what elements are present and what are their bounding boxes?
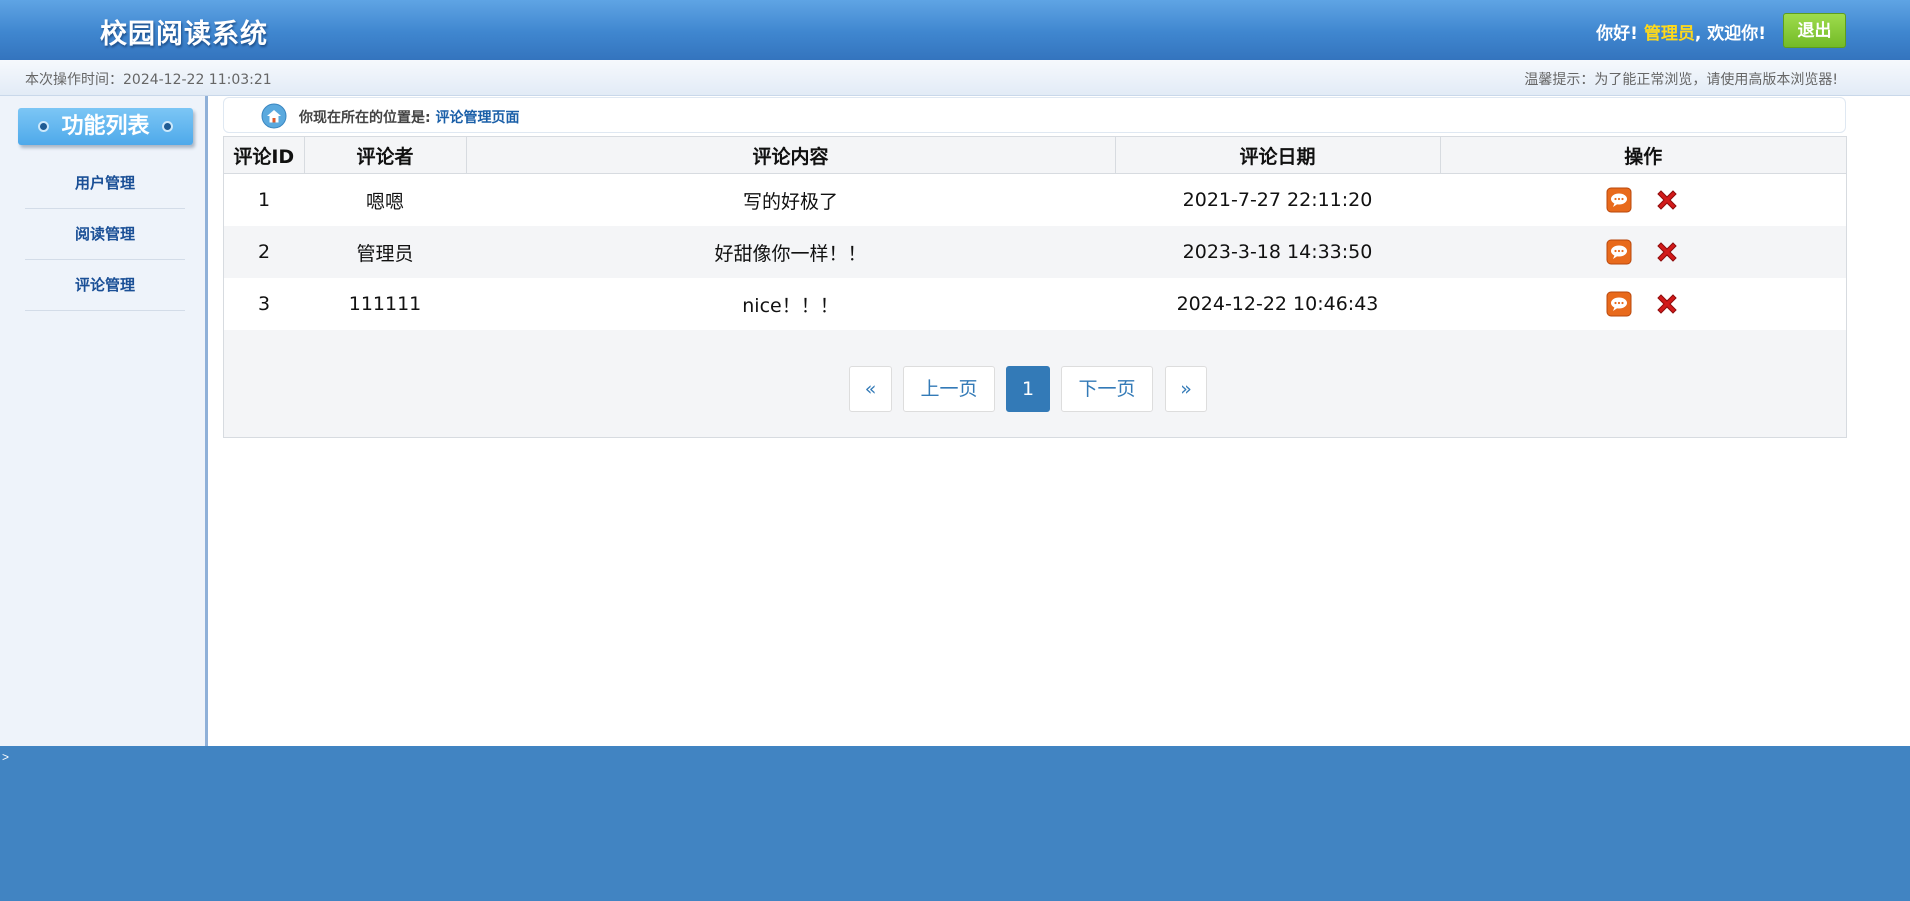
first-page-button[interactable]: « bbox=[849, 366, 892, 412]
footer-marker: > bbox=[2, 750, 10, 764]
next-page-button[interactable]: 下一页 bbox=[1061, 366, 1153, 412]
actions-cell bbox=[1440, 278, 1846, 330]
comment-date-cell: 2024-12-22 10:46:43 bbox=[1115, 278, 1440, 330]
actions-cell bbox=[1440, 226, 1846, 278]
current-username: 管理员 bbox=[1643, 24, 1695, 44]
comments-table: 评论ID 评论者 评论内容 评论日期 操作 1 嗯嗯 写的好极了 2021-7-… bbox=[224, 137, 1846, 330]
sidebar-menu: 用户管理 阅读管理 评论管理 bbox=[25, 158, 185, 311]
breadcrumb-text: 你现在所在的位置是: 评论管理页面 bbox=[299, 107, 519, 127]
comment-author-cell: 111111 bbox=[304, 278, 466, 330]
logout-button[interactable]: 退出 bbox=[1783, 13, 1846, 48]
browser-tip: 温馨提示：为了能正常浏览，请使用高版本浏览器! bbox=[1524, 72, 1838, 88]
app-root: 校园阅读系统 你好! 管理员, 欢迎你! 退出 本次操作时间：2024-12-2… bbox=[0, 0, 1910, 901]
sidebar-item-comment-management[interactable]: 评论管理 bbox=[25, 260, 185, 311]
menu-title: 功能列表 bbox=[18, 108, 193, 145]
breadcrumb: 你现在所在的位置是: 评论管理页面 bbox=[223, 97, 1846, 133]
comment-author-cell: 管理员 bbox=[304, 226, 466, 278]
column-header-date: 评论日期 bbox=[1115, 137, 1441, 174]
info-bar: 本次操作时间：2024-12-22 11:03:21 温馨提示：为了能正常浏览，… bbox=[0, 60, 1910, 96]
comment-content-cell: 写的好极了 bbox=[466, 173, 1115, 226]
comments-panel: 评论ID 评论者 评论内容 评论日期 操作 1 嗯嗯 写的好极了 2021-7-… bbox=[223, 136, 1847, 438]
comment-content-cell: 好甜像你一样！！ bbox=[466, 226, 1115, 278]
comment-content-cell: nice！！！ bbox=[466, 278, 1115, 330]
menu-title-label: 功能列表 bbox=[61, 114, 150, 139]
comment-id-cell: 2 bbox=[224, 226, 304, 278]
comment-author-cell: 嗯嗯 bbox=[304, 173, 466, 226]
delete-icon[interactable] bbox=[1654, 239, 1680, 265]
bullet-icon bbox=[162, 121, 173, 132]
welcome-message: 你好! 管理员, 欢迎你! bbox=[1596, 19, 1766, 44]
comment-icon[interactable] bbox=[1606, 187, 1632, 213]
column-header-actions: 操作 bbox=[1440, 137, 1846, 174]
sidebar-item-reading-management[interactable]: 阅读管理 bbox=[25, 209, 185, 260]
home-icon bbox=[261, 103, 287, 129]
current-page-button[interactable]: 1 bbox=[1006, 366, 1050, 412]
breadcrumb-prefix: 你现在所在的位置是: bbox=[299, 110, 436, 126]
top-header: 校园阅读系统 你好! 管理员, 欢迎你! 退出 bbox=[0, 0, 1910, 60]
table-row: 1 嗯嗯 写的好极了 2021-7-27 22:11:20 bbox=[224, 173, 1846, 226]
column-header-author: 评论者 bbox=[304, 137, 467, 174]
table-row: 2 管理员 好甜像你一样！！ 2023-3-18 14:33:50 bbox=[224, 226, 1846, 278]
last-page-button[interactable]: » bbox=[1165, 366, 1207, 412]
bullet-icon bbox=[38, 121, 49, 132]
prev-page-button[interactable]: 上一页 bbox=[903, 366, 995, 412]
comment-id-cell: 3 bbox=[224, 278, 304, 330]
delete-icon[interactable] bbox=[1654, 291, 1680, 317]
comment-id-cell: 1 bbox=[224, 173, 304, 226]
greeting-prefix: 你好! bbox=[1596, 24, 1638, 44]
column-header-id: 评论ID bbox=[224, 137, 305, 174]
comment-date-cell: 2023-3-18 14:33:50 bbox=[1115, 226, 1440, 278]
sidebar-item-user-management[interactable]: 用户管理 bbox=[25, 158, 185, 209]
comment-icon[interactable] bbox=[1606, 291, 1632, 317]
footer-bar: > bbox=[0, 746, 1910, 901]
operation-time: 本次操作时间：2024-12-22 11:03:21 bbox=[25, 72, 272, 88]
greeting-suffix: , 欢迎你! bbox=[1694, 24, 1766, 44]
column-header-content: 评论内容 bbox=[466, 137, 1116, 174]
actions-cell bbox=[1440, 173, 1846, 226]
table-header-row: 评论ID 评论者 评论内容 评论日期 操作 bbox=[224, 137, 1846, 174]
delete-icon[interactable] bbox=[1654, 187, 1680, 213]
app-title: 校园阅读系统 bbox=[100, 19, 268, 50]
comment-date-cell: 2021-7-27 22:11:20 bbox=[1115, 173, 1440, 226]
breadcrumb-current-page[interactable]: 评论管理页面 bbox=[435, 110, 519, 126]
comment-icon[interactable] bbox=[1606, 239, 1632, 265]
table-row: 3 111111 nice！！！ 2024-12-22 10:46:43 bbox=[224, 278, 1846, 330]
pagination: « 上一页 1 下一页 » bbox=[224, 366, 1846, 412]
